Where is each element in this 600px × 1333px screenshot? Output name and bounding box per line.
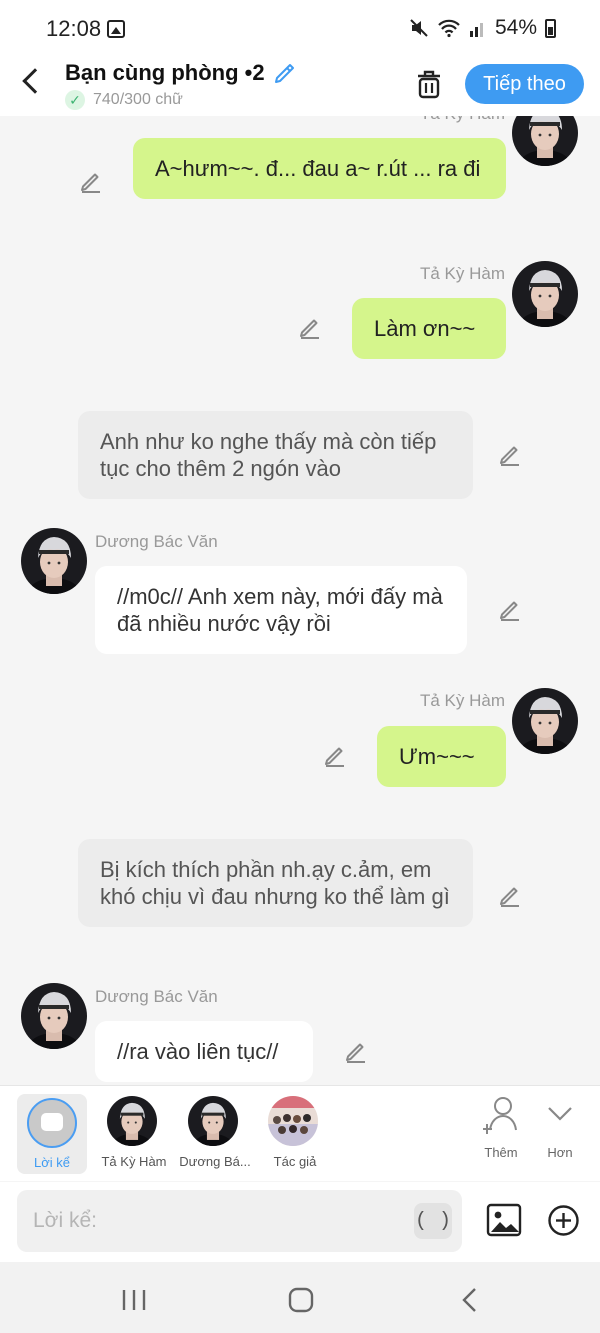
message-bubble[interactable]: //m0c// Anh xem này, mới đấy mà đã nhiều… xyxy=(95,566,467,654)
message-input[interactable] xyxy=(33,1190,413,1252)
add-person-icon xyxy=(482,1097,517,1134)
character-narration[interactable]: Lời kể xyxy=(17,1094,87,1174)
system-nav-bar xyxy=(0,1262,600,1333)
sender-name: Tả Kỳ Hàm xyxy=(420,116,505,124)
word-count: ✓ 740/300 chữ xyxy=(65,90,183,110)
message-bubble[interactable]: Làm ơn~~ xyxy=(352,298,506,359)
mute-icon xyxy=(410,19,428,37)
message-bubble[interactable]: A~hưm~~. đ... đau a~ r.út ... ra đi xyxy=(133,138,506,199)
check-icon: ✓ xyxy=(65,90,85,110)
edit-message-icon[interactable] xyxy=(497,596,523,622)
edit-message-icon[interactable] xyxy=(497,882,523,908)
avatar-ta-ky-ham[interactable] xyxy=(512,116,578,166)
message-bubble[interactable]: //ra vào liên tục// xyxy=(95,1021,313,1082)
next-button[interactable]: Tiếp theo xyxy=(465,64,584,104)
character-selector: Lời kể Tả Kỳ Hàm Dương Bá... Tác giả Thê… xyxy=(0,1085,600,1181)
add-character-label: Thêm xyxy=(484,1145,518,1160)
narration-bubble[interactable]: Bị kích thích phần nh.ạy c.ảm, em khó ch… xyxy=(78,839,473,927)
add-circle-icon[interactable] xyxy=(547,1204,580,1237)
status-icons: 54% xyxy=(409,16,556,40)
avatar-duong-bac-van xyxy=(188,1096,238,1146)
avatar-ta-ky-ham[interactable] xyxy=(512,688,578,754)
battery-percent: 54% xyxy=(494,16,537,39)
avatar-duong-bac-van[interactable] xyxy=(21,983,87,1049)
character-label: Tác giả xyxy=(273,1154,317,1169)
avatar-duong-bac-van[interactable] xyxy=(21,528,87,594)
gallery-notification-icon xyxy=(107,20,125,38)
recent-apps-icon[interactable] xyxy=(121,1288,147,1312)
back-icon[interactable] xyxy=(22,68,48,94)
app-header: Bạn cùng phòng •2 ✓ 740/300 chữ Tiếp the… xyxy=(0,58,600,116)
home-icon[interactable] xyxy=(288,1287,314,1313)
sender-name: Tả Kỳ Hàm xyxy=(419,691,505,710)
signal-icon xyxy=(469,23,483,37)
input-box[interactable]: ( ) xyxy=(17,1190,462,1252)
sender-name: Tả Kỳ Hàm xyxy=(419,264,505,283)
status-bar: 12:08 54% xyxy=(0,0,600,58)
author-avatar xyxy=(268,1096,318,1146)
chevron-down-icon xyxy=(548,1107,572,1121)
word-count-text: 740/300 chữ xyxy=(93,91,183,108)
avatar-ta-ky-ham[interactable] xyxy=(512,261,578,327)
edit-message-icon[interactable] xyxy=(497,441,523,467)
more-button[interactable]: Hơn xyxy=(540,1096,580,1162)
sender-name: Dương Bác Văn xyxy=(95,987,218,1006)
edit-message-icon[interactable] xyxy=(322,742,348,768)
avatar-ta-ky-ham xyxy=(107,1096,157,1146)
input-bar: ( ) xyxy=(0,1182,600,1262)
status-time: 12:08 xyxy=(46,16,102,41)
more-label: Hơn xyxy=(547,1145,573,1160)
edit-message-icon[interactable] xyxy=(78,168,104,194)
narration-bubble[interactable]: Anh như ko nghe thấy mà còn tiếp tục cho… xyxy=(78,411,473,499)
chat-area[interactable]: Tả Kỳ Hàm A~hưm~~. đ... đau a~ r.út ... … xyxy=(0,116,600,1085)
add-character-button[interactable]: Thêm xyxy=(478,1096,524,1162)
narration-icon xyxy=(27,1098,77,1148)
story-title-text: Bạn cùng phòng •2 xyxy=(65,60,265,85)
edit-title-icon[interactable] xyxy=(273,61,297,85)
nav-back-icon[interactable] xyxy=(460,1287,480,1313)
image-icon[interactable] xyxy=(486,1203,522,1237)
sender-name: Dương Bác Văn xyxy=(95,532,218,551)
battery-icon xyxy=(545,18,556,38)
edit-message-icon[interactable] xyxy=(343,1038,369,1064)
wifi-icon xyxy=(438,19,460,38)
trash-icon[interactable] xyxy=(414,68,444,100)
character-label: Lời kể xyxy=(34,1155,70,1170)
message-bubble[interactable]: Ưm~~~ xyxy=(377,726,506,787)
story-title[interactable]: Bạn cùng phòng •2 xyxy=(65,60,297,86)
action-paren-button[interactable]: ( ) xyxy=(414,1203,452,1239)
edit-message-icon[interactable] xyxy=(297,314,323,340)
